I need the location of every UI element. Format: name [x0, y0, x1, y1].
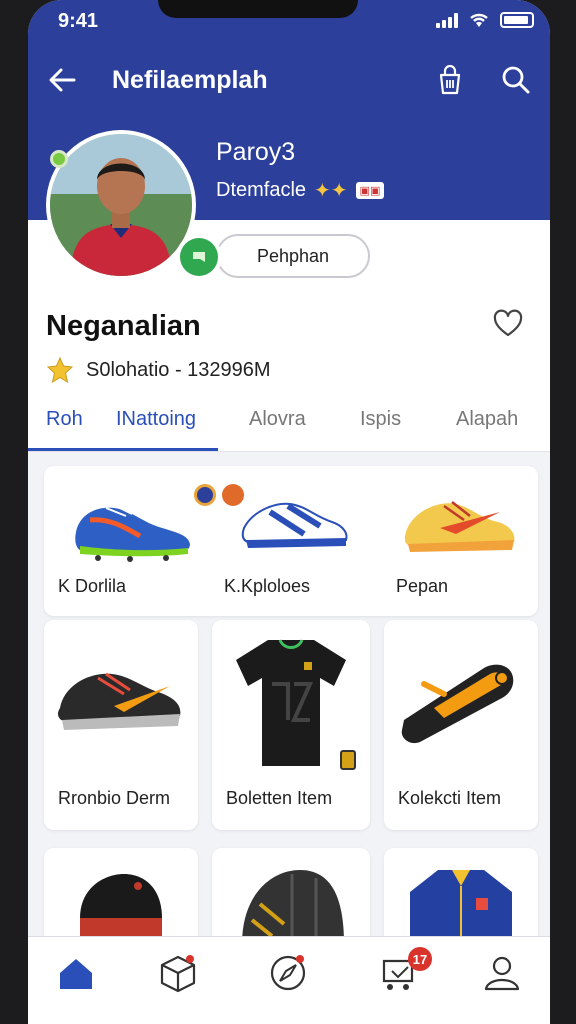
- tab-nattoing[interactable]: INattoing: [116, 408, 196, 431]
- product-label: Kolekcti Item: [398, 788, 502, 808]
- profile-subtitle-row: Dtemfacle ✦✦ ▣▣: [216, 178, 385, 203]
- avatar[interactable]: [46, 130, 196, 280]
- star-icon: [46, 356, 74, 384]
- shopping-bag-icon[interactable]: [432, 62, 468, 98]
- product-label: Boletten Item: [226, 788, 333, 808]
- jersey-icon: [236, 639, 346, 766]
- product-label: K Dorlila: [58, 576, 127, 596]
- product-label: K.Kploloes: [224, 576, 311, 596]
- cellular-signal-icon: [436, 12, 458, 28]
- phone-frame: 9:41 Nefilaemplah Paroy3 Dtemfacle ✦✦ ▣▣…: [0, 0, 576, 1024]
- badge-icon: [194, 484, 216, 506]
- shoe-icon: [58, 672, 181, 730]
- wifi-icon: [470, 13, 488, 27]
- product-card[interactable]: [212, 848, 370, 936]
- product-card[interactable]: Boletten Item: [212, 620, 370, 830]
- follow-button[interactable]: Pehphan: [216, 234, 370, 278]
- heart-icon[interactable]: [492, 308, 524, 340]
- box-icon[interactable]: [156, 951, 200, 995]
- soccer-cleat-icon: [75, 503, 190, 562]
- product-card[interactable]: Rronbio Derm: [44, 620, 198, 830]
- player-portrait-icon: [50, 134, 192, 276]
- product-card[interactable]: [384, 848, 538, 936]
- product-grid: K Dorlila K.Kploloes Pepan Rronbio Derm …: [28, 452, 550, 936]
- product-label: Rronbio Derm: [58, 788, 171, 808]
- jacket-icon: [410, 870, 512, 936]
- page-title: Nefilaemplah: [112, 66, 268, 94]
- status-time: 9:41: [58, 10, 99, 32]
- cart-badge: 17: [408, 947, 432, 971]
- compass-icon[interactable]: [266, 951, 310, 995]
- online-status-icon: [50, 150, 68, 168]
- tab-ispis[interactable]: Ispis: [360, 408, 401, 431]
- running-shoe-icon: [404, 501, 515, 552]
- verified-badge-icon: [176, 234, 222, 280]
- cap-icon: [80, 874, 162, 936]
- tab-roh[interactable]: Roh: [46, 408, 83, 431]
- device-notch: [158, 0, 358, 18]
- shin-guard-icon: [401, 664, 514, 744]
- tab-alapah[interactable]: Alapah: [456, 408, 518, 431]
- product-label: Pepan: [396, 576, 449, 596]
- product-card[interactable]: K Dorlila K.Kploloes Pepan: [44, 466, 538, 616]
- app-screen: 9:41 Nefilaemplah Paroy3 Dtemfacle ✦✦ ▣▣…: [28, 0, 550, 1024]
- product-card[interactable]: Kolekcti Item: [384, 620, 538, 830]
- profile-subtitle: Dtemfacle: [216, 179, 307, 201]
- battery-icon: [500, 12, 534, 28]
- trophy-icon: ✦✦: [314, 180, 348, 202]
- badge-icon: [340, 750, 356, 770]
- user-icon[interactable]: [480, 951, 524, 995]
- active-tab-indicator: [28, 448, 218, 451]
- back-arrow-icon[interactable]: [44, 62, 80, 98]
- search-icon[interactable]: [498, 62, 534, 98]
- product-card[interactable]: [44, 848, 198, 936]
- profile-name: Paroy3: [216, 138, 296, 166]
- helmet-icon: [242, 870, 344, 936]
- rating-text: S0lohatio - 132996M: [86, 358, 271, 381]
- bottom-navigation: 17: [28, 936, 550, 1024]
- sneaker-icon: [241, 502, 348, 548]
- section-title: Neganalian: [46, 310, 201, 342]
- flag-badge-icon: ▣▣: [355, 182, 385, 199]
- avatar-photo: [50, 134, 192, 276]
- tab-alovra[interactable]: Alovra: [249, 408, 306, 431]
- tab-bar: Roh INattoing Alovra Ispis Alapah: [28, 402, 550, 452]
- rating-row: S0lohatio - 132996M: [46, 356, 271, 384]
- status-icons: [436, 12, 534, 28]
- home-icon[interactable]: [54, 951, 98, 995]
- app-bar: Nefilaemplah: [28, 44, 550, 118]
